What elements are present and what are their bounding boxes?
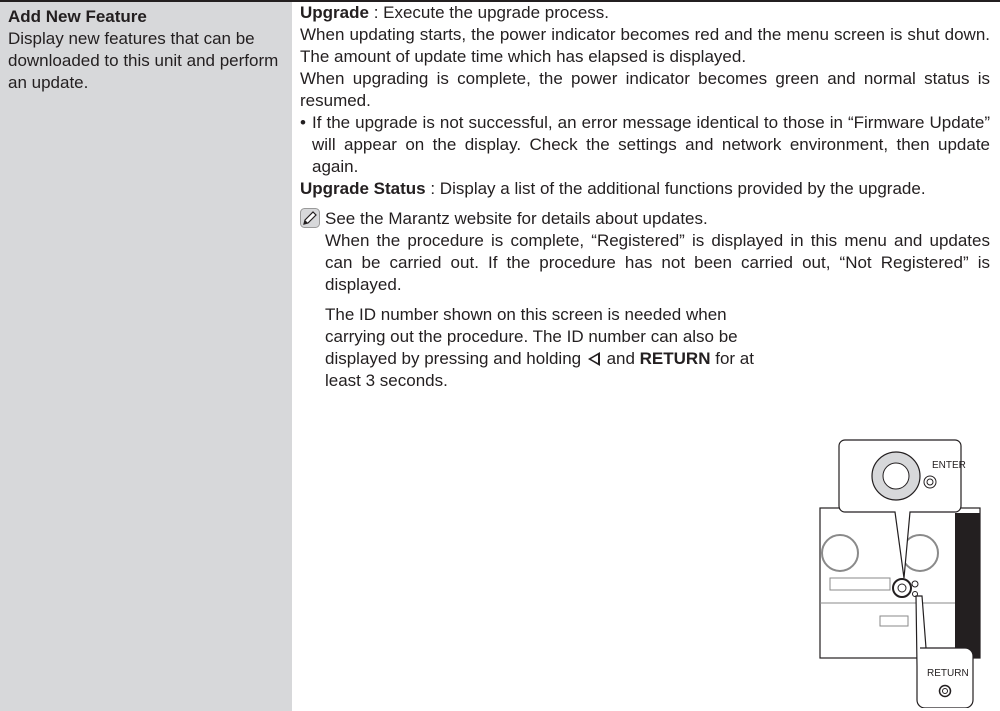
receiver-side: [955, 513, 980, 658]
enter-label: ENTER: [932, 460, 966, 471]
feature-detail-column: Upgrade : Execute the upgrade process. W…: [300, 2, 990, 392]
left-arrow-icon: [587, 352, 600, 366]
return-bold: RETURN: [639, 349, 711, 368]
upgrade-status-line: Upgrade Status : Display a list of the a…: [300, 178, 990, 200]
upgrade-text: : Execute the upgrade process.: [368, 3, 610, 22]
note-line-1: See the Marantz website for details abou…: [325, 209, 708, 228]
feature-name-column: Add New Feature Display new features tha…: [0, 2, 292, 711]
feature-title: Add New Feature: [8, 7, 147, 26]
upgrade-paragraph-1: When updating starts, the power indicato…: [300, 25, 990, 66]
id-number-note: The ID number shown on this screen is ne…: [300, 304, 785, 392]
note-block: See the Marantz website for details abou…: [300, 208, 990, 296]
upgrade-bullet: • If the upgrade is not successful, an e…: [300, 112, 990, 178]
id-text-and: and: [601, 349, 640, 368]
pencil-note-icon: [300, 208, 320, 228]
cursor-pad: [892, 578, 912, 598]
feature-description: Display new features that can be downloa…: [8, 29, 279, 92]
upgrade-paragraph-2: When upgrading is complete, the power in…: [300, 69, 990, 110]
upgrade-label: Upgrade: [300, 3, 369, 22]
bullet-text: If the upgrade is not successful, an err…: [312, 113, 990, 176]
return-label: RETURN: [927, 668, 969, 679]
bullet-dot: •: [300, 113, 306, 132]
remote-device-illustration: ENTER RETURN: [819, 439, 981, 708]
upgrade-line: Upgrade : Execute the upgrade process.: [300, 2, 990, 24]
note-line-2: When the procedure is complete, “Registe…: [325, 231, 990, 294]
upgrade-status-label: Upgrade Status: [300, 179, 426, 198]
enter-side-button: [923, 475, 937, 489]
return-button-large: [938, 684, 952, 698]
enter-button-large: [882, 462, 910, 490]
upgrade-status-text: : Display a list of the additional funct…: [425, 179, 926, 198]
